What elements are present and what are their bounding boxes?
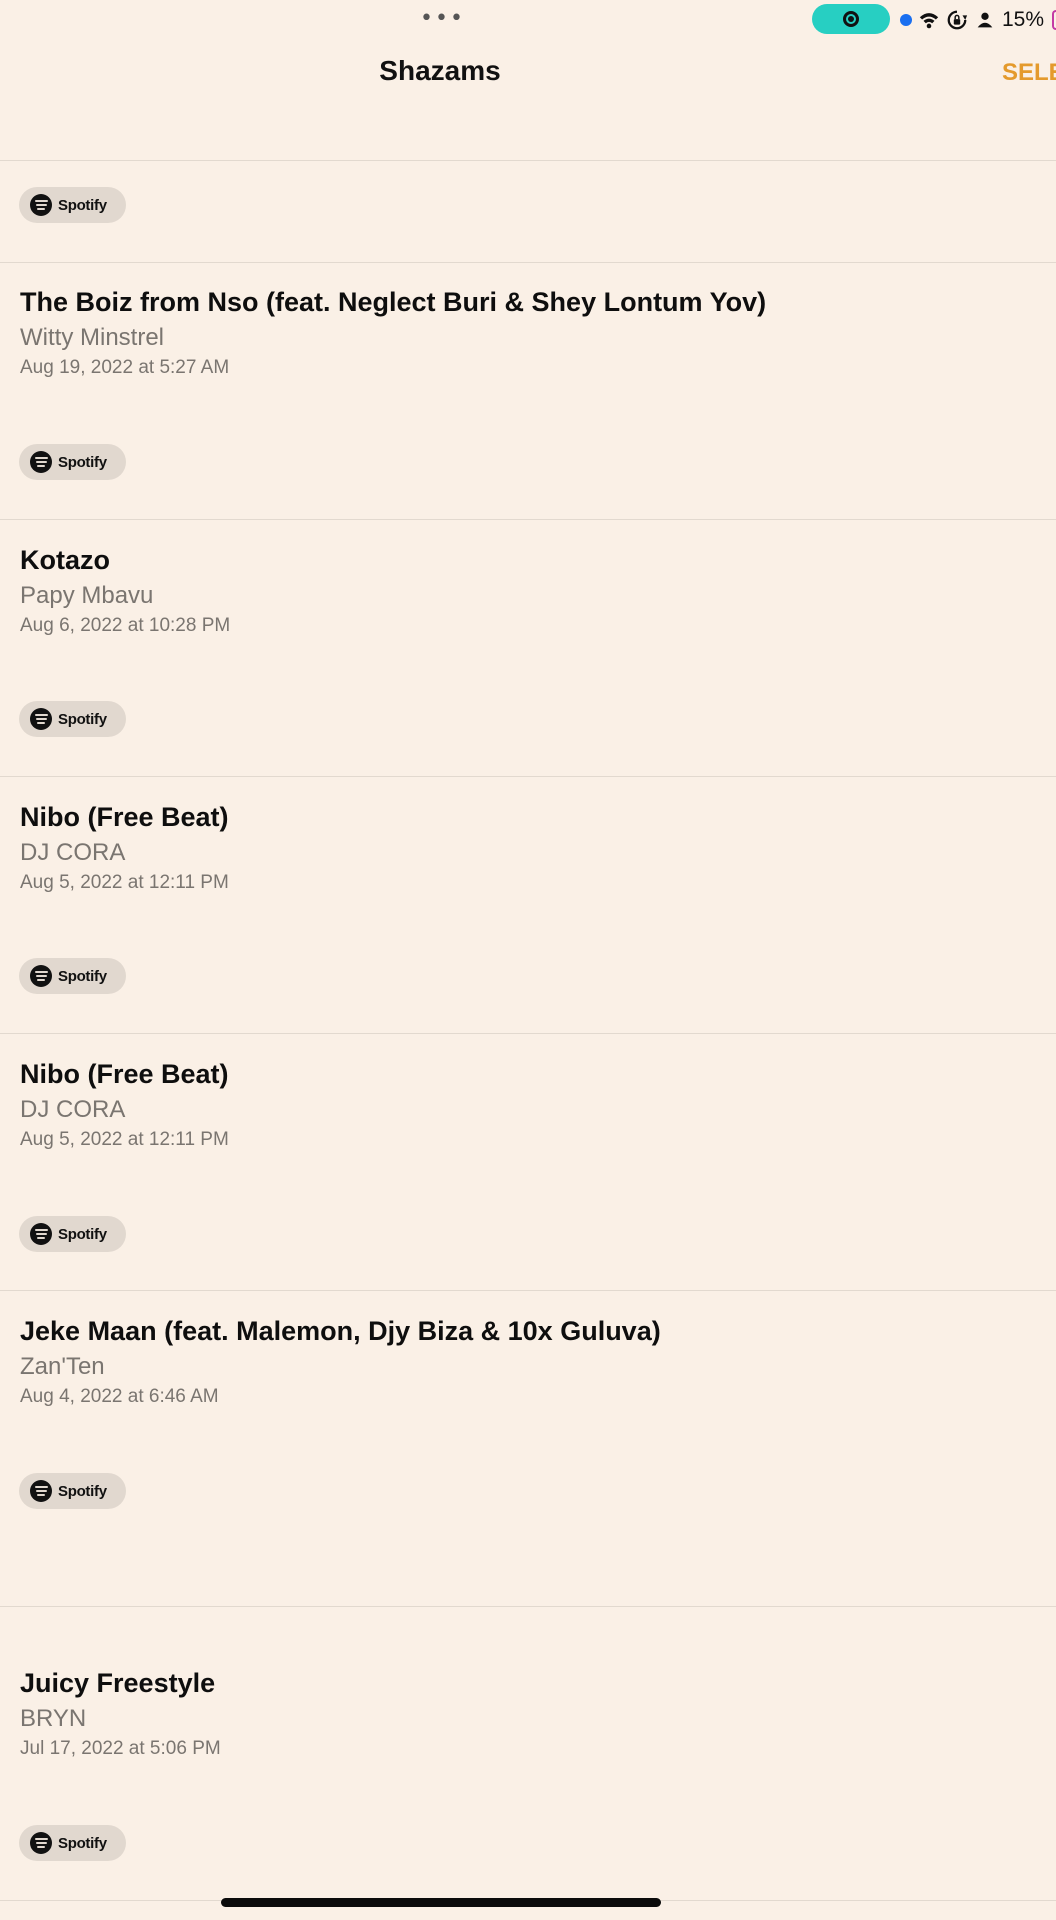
- song-title: Jeke Maan (feat. Malemon, Djy Biza & 10x…: [20, 1316, 661, 1346]
- song-date: Aug 6, 2022 at 10:28 PM: [20, 615, 231, 636]
- divider: [0, 160, 1056, 161]
- divider: [0, 519, 1056, 520]
- spotify-button[interactable]: Spotify: [19, 701, 126, 737]
- song-date: Aug 5, 2022 at 12:11 PM: [20, 872, 229, 893]
- divider: [0, 1606, 1056, 1607]
- spotify-icon: [30, 451, 52, 473]
- spotify-label: Spotify: [58, 710, 107, 728]
- song-title: Juicy Freestyle: [20, 1668, 216, 1698]
- spotify-label: Spotify: [58, 967, 107, 985]
- screen-record-icon[interactable]: [812, 4, 890, 34]
- song-date: Aug 5, 2022 at 12:11 PM: [20, 1129, 229, 1150]
- home-indicator[interactable]: [221, 1898, 661, 1907]
- status-bar: ••• 15%: [0, 0, 1056, 40]
- song-artist: Zan'Ten: [20, 1353, 105, 1380]
- battery-icon: [1052, 10, 1056, 30]
- song-title: Kotazo: [20, 545, 110, 575]
- spotify-label: Spotify: [58, 196, 107, 214]
- orientation-lock-icon: [947, 10, 968, 30]
- song-artist: DJ CORA: [20, 1096, 126, 1123]
- list-item[interactable]: Kotazo Papy Mbavu Aug 6, 2022 at 10:28 P…: [20, 544, 1040, 638]
- spotify-label: Spotify: [58, 1482, 107, 1500]
- spotify-icon: [30, 708, 52, 730]
- song-title: Nibo (Free Beat): [20, 802, 229, 832]
- spotify-button[interactable]: Spotify: [19, 1825, 126, 1861]
- spotify-button[interactable]: Spotify: [19, 958, 126, 994]
- song-date: Jul 17, 2022 at 5:06 PM: [20, 1738, 221, 1759]
- spotify-icon: [30, 1832, 52, 1854]
- list-item[interactable]: Nibo (Free Beat) DJ CORA Aug 5, 2022 at …: [20, 801, 1040, 895]
- nav-bar: Shazams SELECT: [0, 40, 1056, 160]
- song-date: Aug 4, 2022 at 6:46 AM: [20, 1386, 219, 1407]
- spotify-button[interactable]: Spotify: [19, 1216, 126, 1252]
- divider: [0, 1290, 1056, 1291]
- divider: [0, 1033, 1056, 1034]
- song-date: Aug 19, 2022 at 5:27 AM: [20, 357, 230, 378]
- battery-percent: 15%: [1002, 8, 1045, 31]
- select-button[interactable]: SELECT: [1002, 59, 1056, 87]
- spotify-button[interactable]: Spotify: [19, 187, 126, 223]
- list-item[interactable]: Nibo (Free Beat) DJ CORA Aug 5, 2022 at …: [20, 1058, 1040, 1152]
- song-artist: Papy Mbavu: [20, 582, 154, 609]
- spotify-icon: [30, 1223, 52, 1245]
- divider: [0, 262, 1056, 263]
- spotify-label: Spotify: [58, 1225, 107, 1243]
- divider: [0, 776, 1056, 777]
- song-title: Nibo (Free Beat): [20, 1059, 229, 1089]
- status-indicators: 15%: [900, 6, 1056, 34]
- song-artist: DJ CORA: [20, 839, 126, 866]
- list-item[interactable]: Juicy Freestyle BRYN Jul 17, 2022 at 5:0…: [20, 1667, 1040, 1761]
- spotify-label: Spotify: [58, 453, 107, 471]
- person-icon: [977, 12, 993, 28]
- multitask-handle[interactable]: •••: [420, 8, 465, 30]
- spotify-button[interactable]: Spotify: [19, 1473, 126, 1509]
- spotify-icon: [30, 965, 52, 987]
- list-item[interactable]: Jeke Maan (feat. Malemon, Djy Biza & 10x…: [20, 1315, 1040, 1409]
- spotify-icon: [30, 1480, 52, 1502]
- song-artist: Witty Minstrel: [20, 324, 164, 351]
- song-title: The Boiz from Nso (feat. Neglect Buri & …: [20, 287, 767, 317]
- page-title: Shazams: [379, 55, 501, 86]
- spotify-label: Spotify: [58, 1834, 107, 1852]
- spotify-icon: [30, 194, 52, 216]
- spotify-button[interactable]: Spotify: [19, 444, 126, 480]
- song-artist: BRYN: [20, 1705, 87, 1732]
- wifi-icon: [919, 13, 939, 29]
- list-item[interactable]: The Boiz from Nso (feat. Neglect Buri & …: [20, 286, 1040, 380]
- location-dot-icon: [900, 14, 912, 26]
